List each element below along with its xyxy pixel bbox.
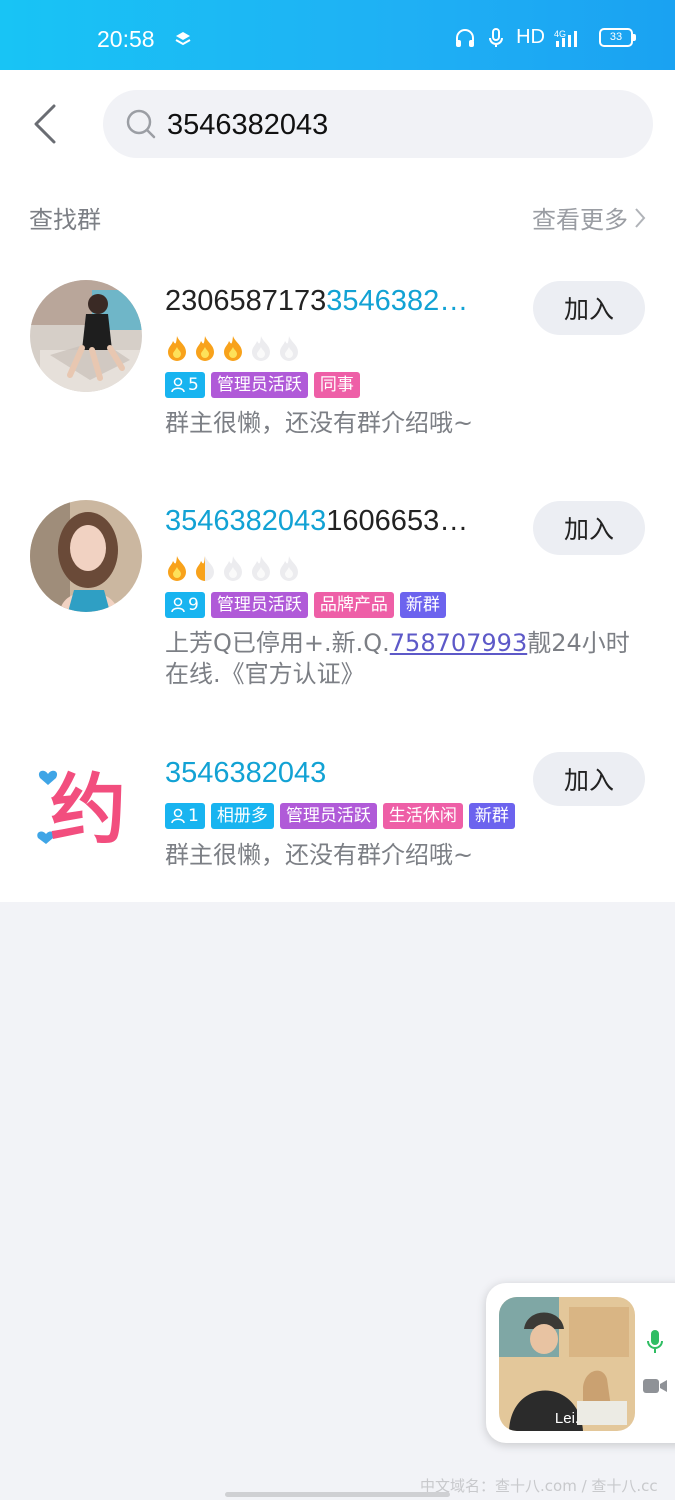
flame-icon-empty <box>224 556 242 581</box>
group-description: 上芳Q已停用+.新.Q.758707993靓24小时在线.《官方认证》 <box>165 628 645 690</box>
group-tags: 9 管理员活跃 品牌产品 新群 <box>165 592 446 618</box>
description-text: 上芳Q已停用+.新.Q. <box>165 629 390 657</box>
flame-icon-empty <box>280 556 298 581</box>
flame-icon-empty <box>252 556 270 581</box>
group-name: 23065871733546382… <box>165 285 468 318</box>
flame-icon-empty <box>280 336 298 361</box>
member-count: 1 <box>188 806 199 826</box>
hd-label: HD <box>516 26 545 48</box>
signal-icon: 4G <box>554 29 577 47</box>
avatar-text: 约 <box>50 765 126 854</box>
search-box[interactable] <box>103 90 653 158</box>
tag-badge: 新群 <box>399 592 446 618</box>
tag-badge: 新群 <box>468 803 515 829</box>
avatar-image <box>30 280 142 392</box>
flame-icon <box>168 556 186 581</box>
description-link[interactable]: 758707993 <box>390 629 527 657</box>
tag-badge: 管理员活跃 <box>210 372 308 398</box>
tag-badge: 管理员活跃 <box>210 592 308 618</box>
call-video-thumbnail[interactable]: Lei. <box>499 1297 635 1431</box>
avatar-image <box>30 500 142 612</box>
caller-name: Lei. <box>554 1410 580 1427</box>
group-name: 35463820431606653… <box>165 505 468 538</box>
member-count-badge: 1 <box>165 803 205 829</box>
member-count: 9 <box>188 595 199 615</box>
floating-call-window[interactable]: Lei. <box>486 1283 675 1443</box>
search-icon <box>126 109 156 139</box>
battery-indicator: 33 <box>599 28 636 47</box>
tag-badge: 生活休闲 <box>382 803 463 829</box>
group-name-highlight: 3546382… <box>326 285 469 317</box>
person-icon <box>171 377 185 393</box>
see-more-link[interactable]: 查看更多 <box>532 200 646 235</box>
flame-icon <box>168 336 186 361</box>
group-name-suffix: 1606653… <box>326 505 469 537</box>
mic-icon[interactable] <box>646 1329 664 1355</box>
back-icon[interactable] <box>26 102 66 146</box>
section-title: 查找群 <box>29 206 101 234</box>
search-header <box>0 70 675 180</box>
join-button[interactable]: 加入 <box>533 752 645 806</box>
group-tags: 1 相册多 管理员活跃 生活休闲 新群 <box>165 803 515 829</box>
group-tags: 5 管理员活跃 同事 <box>165 372 360 398</box>
status-bar: 20:58 HD 4G 33 <box>0 0 675 70</box>
tag-badge: 品牌产品 <box>313 592 394 618</box>
join-button[interactable]: 加入 <box>533 501 645 555</box>
status-time: 20:58 <box>97 26 155 52</box>
tag-badge: 管理员活跃 <box>279 803 377 829</box>
flame-icon-half <box>196 556 214 581</box>
svg-text:4G: 4G <box>554 29 566 39</box>
watermark-text: 中文域名：查十八.com / 查十八.cc <box>420 1477 658 1495</box>
microphone-icon <box>489 27 504 47</box>
person-icon <box>171 808 185 824</box>
see-more-label: 查看更多 <box>532 206 628 234</box>
headphones-icon <box>456 28 475 47</box>
person-icon <box>171 597 185 613</box>
join-button[interactable]: 加入 <box>533 281 645 335</box>
group-name-highlight: 3546382043 <box>165 505 327 537</box>
chevron-right-icon <box>635 207 646 228</box>
status-icons: HD 4G 33 <box>454 26 636 49</box>
group-name-highlight: 3546382043 <box>165 757 327 789</box>
group-name-prefix: 2306587173 <box>165 285 327 317</box>
home-indicator[interactable] <box>225 1492 450 1497</box>
flame-icon <box>224 336 242 361</box>
member-count: 5 <box>188 375 199 395</box>
group-avatar[interactable]: 约 <box>30 752 142 864</box>
layers-icon <box>175 32 191 46</box>
group-name: 3546382043 <box>165 757 326 790</box>
group-description: 群主很懒，还没有群介绍哦~ <box>165 841 474 869</box>
tag-badge: 同事 <box>313 372 360 398</box>
group-avatar[interactable] <box>30 500 142 612</box>
search-input[interactable] <box>165 104 629 146</box>
camera-icon[interactable] <box>642 1377 668 1395</box>
activity-flames <box>165 335 301 361</box>
member-count-badge: 9 <box>165 592 205 618</box>
tag-badge: 相册多 <box>210 803 274 829</box>
group-avatar[interactable] <box>30 280 142 392</box>
flame-icon <box>196 336 214 361</box>
member-count-badge: 5 <box>165 372 205 398</box>
flame-icon-empty <box>252 336 270 361</box>
activity-flames <box>165 555 301 581</box>
group-description: 群主很懒，还没有群介绍哦~ <box>165 409 474 437</box>
